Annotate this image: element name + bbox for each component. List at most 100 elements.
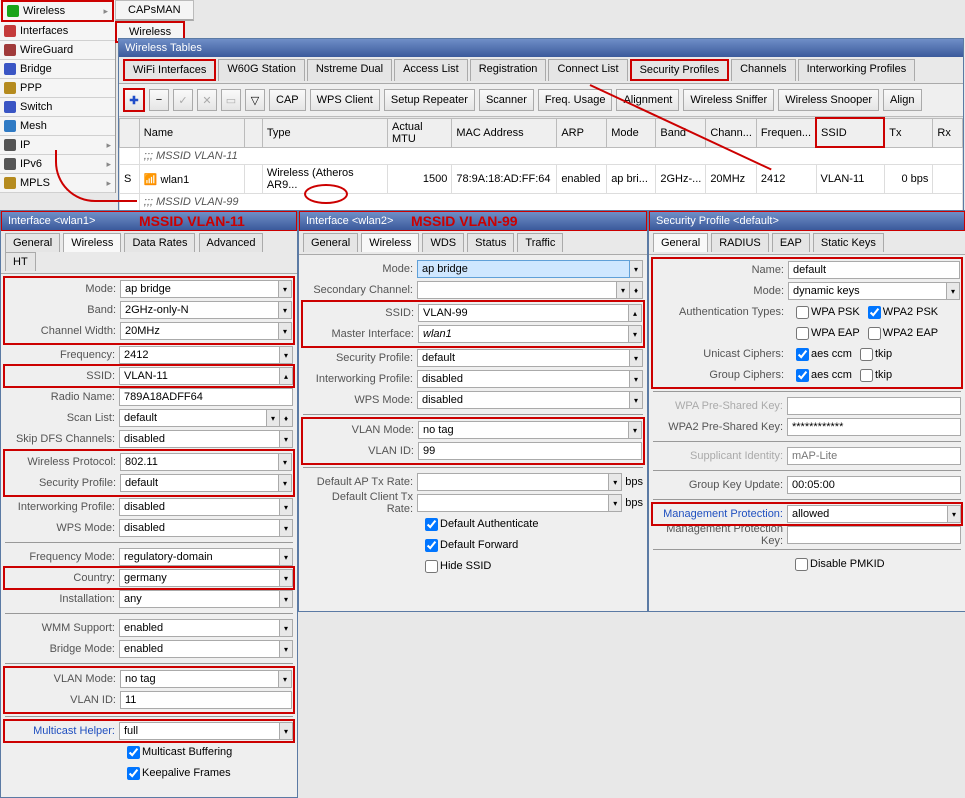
mode-field[interactable]: ap bridge (120, 280, 279, 298)
wpa-psk-key-field[interactable] (787, 397, 961, 415)
channel-width-field[interactable]: 20MHz (120, 322, 279, 340)
tkip-checkbox[interactable] (860, 369, 873, 382)
tab-advanced[interactable]: Advanced (199, 233, 264, 252)
enable-button[interactable]: ✓ (173, 89, 193, 111)
dropdown-icon[interactable]: ▾ (630, 370, 643, 388)
sidebar-item-mpls[interactable]: MPLS▸ (0, 174, 115, 193)
wpa2-psk-checkbox[interactable] (868, 306, 881, 319)
installation-field[interactable]: any (119, 590, 280, 608)
tab-status[interactable]: Status (467, 233, 514, 252)
tab-wireless[interactable]: Wireless (361, 233, 419, 252)
dropdown-icon[interactable]: ▾ (947, 282, 960, 300)
table-row[interactable]: S📶 wlan1 Wireless (Atheros AR9...150078:… (120, 165, 963, 194)
wps-mode-field[interactable]: disabled (119, 519, 280, 537)
vlan-mode-field[interactable]: no tag (120, 670, 279, 688)
sidebar-item-bridge[interactable]: Bridge (0, 60, 115, 79)
tab-security-profiles[interactable]: Security Profiles (630, 59, 729, 81)
supplicant-id-field[interactable]: mAP-Lite (787, 447, 961, 465)
col-band[interactable]: Band (656, 118, 706, 147)
dropdown-icon[interactable]: ▴ (280, 367, 293, 385)
dropdown-icon[interactable]: ▾ (279, 301, 292, 319)
mode-field[interactable]: ap bridge (417, 260, 630, 278)
sidebar-item-ipv6[interactable]: IPv6▸ (0, 155, 115, 174)
sidebar-item-ip[interactable]: IP▸ (0, 136, 115, 155)
dropdown-icon[interactable]: ▾ (280, 346, 293, 364)
name-field[interactable]: default (788, 261, 960, 279)
vlan-id-field[interactable]: 99 (418, 442, 642, 460)
default-auth-checkbox[interactable] (425, 518, 438, 531)
multicast-helper-field[interactable]: full (119, 722, 280, 740)
snooper-button[interactable]: Wireless Snooper (778, 89, 879, 111)
dropdown-icon[interactable]: ▾ (280, 548, 293, 566)
dropdown-icon[interactable]: ▾ (279, 474, 292, 492)
wireless-protocol-field[interactable]: 802.11 (120, 453, 279, 471)
wpa-psk-checkbox[interactable] (796, 306, 809, 319)
tab-general[interactable]: General (303, 233, 358, 252)
tab-ht[interactable]: HT (5, 252, 36, 271)
mode-field[interactable]: dynamic keys (788, 282, 947, 300)
dropdown-icon[interactable]: ▾ (280, 430, 293, 448)
dropdown-icon[interactable]: ▾ (279, 670, 292, 688)
sidebar-item-wireguard[interactable]: WireGuard (0, 41, 115, 60)
tab-eap[interactable]: EAP (772, 233, 810, 252)
tab-wifi-interfaces[interactable]: WiFi Interfaces (123, 59, 216, 81)
col-x[interactable] (245, 118, 262, 147)
col-chan[interactable]: Chann... (706, 118, 757, 147)
scan-list-field[interactable]: default (119, 409, 267, 427)
secondary-channel-field[interactable] (417, 281, 617, 299)
tab-data-rates[interactable]: Data Rates (124, 233, 195, 252)
interworking-field[interactable]: disabled (119, 498, 280, 516)
disable-pmkid-checkbox[interactable] (795, 558, 808, 571)
sidebar-item-ppp[interactable]: PPP (0, 79, 115, 98)
dropdown-icon[interactable]: ▾ (629, 325, 642, 343)
tab-w60g-station[interactable]: W60G Station (218, 59, 304, 81)
tab-access-list[interactable]: Access List (394, 59, 468, 81)
comment-button[interactable]: ▭ (221, 89, 241, 111)
vlan-id-field[interactable]: 11 (120, 691, 292, 709)
col-name[interactable]: Name (139, 118, 245, 147)
band-field[interactable]: 2GHz-only-N (120, 301, 279, 319)
dropdown-icon[interactable]: ▾ (279, 453, 292, 471)
wps-mode-field[interactable]: disabled (417, 391, 630, 409)
dropdown-icon[interactable]: ▴ (629, 304, 642, 322)
tab-channels[interactable]: Channels (731, 59, 795, 81)
aes-ccm-checkbox[interactable] (796, 348, 809, 361)
col-arp[interactable]: ARP (557, 118, 607, 147)
interworking-field[interactable]: disabled (417, 370, 630, 388)
col-mode[interactable]: Mode (607, 118, 656, 147)
multicast-buffering-checkbox[interactable] (127, 746, 140, 759)
mgmt-protection-key-field[interactable] (787, 526, 961, 544)
dropdown-icon[interactable]: ▾ (279, 280, 292, 298)
tab-general[interactable]: General (5, 233, 60, 252)
dropdown-icon[interactable]: ▾ (280, 498, 293, 516)
col-type[interactable]: Type (262, 118, 387, 147)
frequency-field[interactable]: 2412 (119, 346, 280, 364)
tab-wds[interactable]: WDS (422, 233, 464, 252)
dropdown-icon[interactable]: ▾ (280, 722, 293, 740)
group-key-update-field[interactable]: 00:05:00 (787, 476, 961, 494)
sniffer-button[interactable]: Wireless Sniffer (683, 89, 774, 111)
ssid-field[interactable]: VLAN-11 (119, 367, 280, 385)
add-button[interactable]: ✚ (123, 88, 145, 112)
vlan-mode-field[interactable]: no tag (418, 421, 629, 439)
dropdown-icon[interactable]: ▾ (629, 421, 642, 439)
ssid-field[interactable]: VLAN-99 (418, 304, 629, 322)
mgmt-protection-field[interactable]: allowed (787, 505, 948, 523)
table-row[interactable]: ;;; MSSID VLAN-11 (120, 147, 963, 165)
dropdown-icon[interactable]: ▾ (630, 391, 643, 409)
dropdown-icon[interactable]: ▾ (630, 260, 643, 278)
dropdown-icon[interactable]: ▾ (280, 569, 293, 587)
master-interface-field[interactable]: wlan1 (418, 325, 629, 343)
table-row[interactable]: ;;; MSSID VLAN-99 (120, 194, 963, 211)
tab-interworking-profiles[interactable]: Interworking Profiles (798, 59, 916, 81)
wpa2-eap-checkbox[interactable] (868, 327, 881, 340)
client-tx-rate-field[interactable] (417, 494, 609, 512)
dropdown-icon[interactable]: ▾ (280, 519, 293, 537)
tab-static-keys[interactable]: Static Keys (813, 233, 884, 252)
col-rx[interactable]: Rx (933, 118, 963, 147)
tab-registration[interactable]: Registration (470, 59, 547, 81)
tab-nstreme-dual[interactable]: Nstreme Dual (307, 59, 392, 81)
hide-ssid-checkbox[interactable] (425, 560, 438, 573)
tab-general[interactable]: General (653, 233, 708, 252)
disable-button[interactable]: ✕ (197, 89, 217, 111)
